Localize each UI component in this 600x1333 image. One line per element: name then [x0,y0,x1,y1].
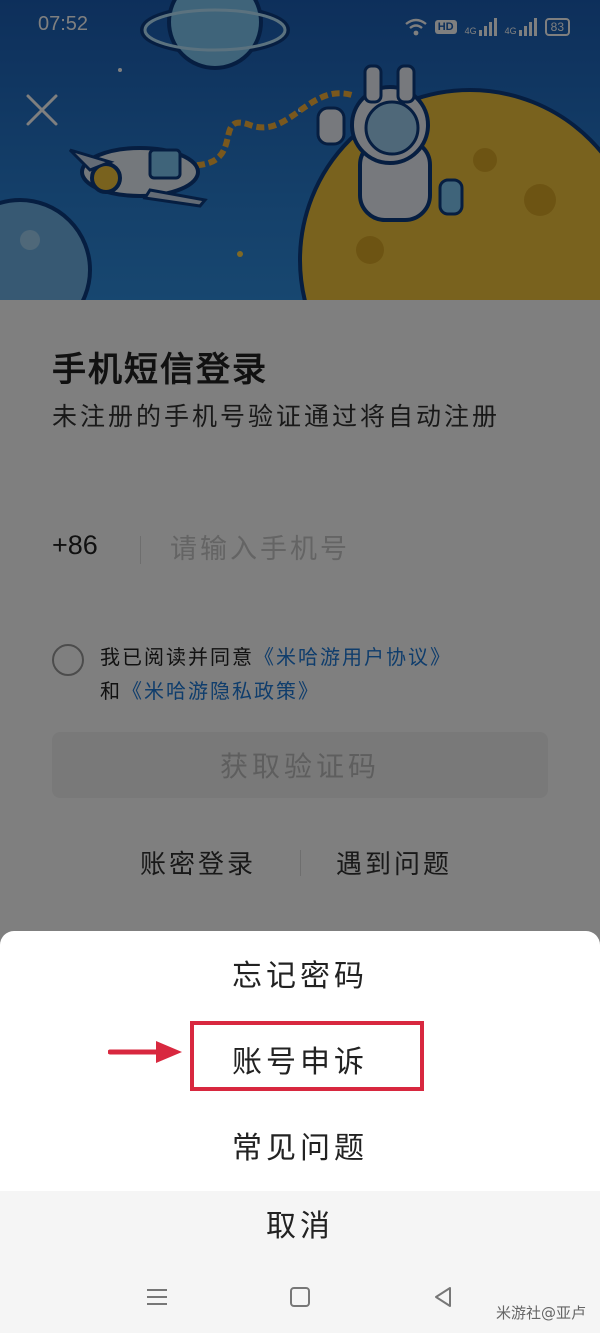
back-icon[interactable] [428,1282,458,1312]
menu-icon[interactable] [142,1282,172,1312]
action-sheet: 忘记密码 账号申诉 常见问题 取消 米游社@亚卢 [0,931,600,1333]
cancel-option[interactable]: 取消 [0,1201,600,1245]
watermark: 米游社@亚卢 [495,1304,586,1322]
highlight-box [190,1021,424,1091]
faq-option[interactable]: 常见问题 [0,1123,600,1167]
forgot-password-option[interactable]: 忘记密码 [0,951,600,995]
system-nav-bar: 米游社@亚卢 [0,1262,600,1333]
arrow-icon [108,1041,182,1063]
home-icon[interactable] [285,1282,315,1312]
